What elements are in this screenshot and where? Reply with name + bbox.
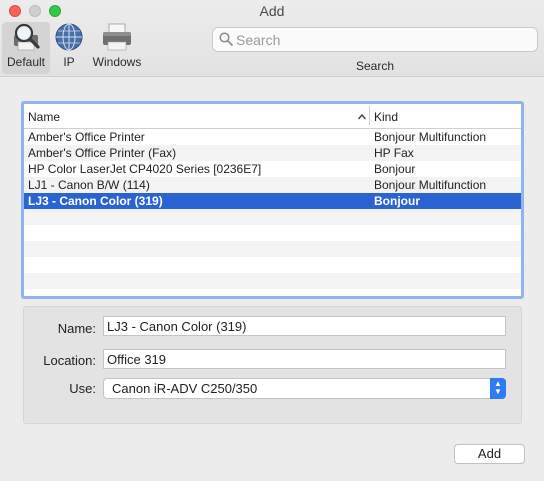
search-icon <box>219 32 233 46</box>
printer-list[interactable]: Name Kind Amber's Office Printer Bonjour… <box>21 101 524 299</box>
empty-row <box>24 225 521 241</box>
empty-row <box>24 289 521 296</box>
printer-name: LJ1 - Canon B/W (114) <box>28 178 150 192</box>
toolbar-default-label: Default <box>6 55 46 69</box>
list-item[interactable]: Amber's Office Printer Bonjour Multifunc… <box>24 129 521 145</box>
printer-kind: HP Fax <box>374 146 414 160</box>
column-divider[interactable] <box>369 106 370 125</box>
toolbar-default-button[interactable]: Default <box>2 22 50 74</box>
column-header-name[interactable]: Name <box>28 110 60 124</box>
empty-row <box>24 257 521 273</box>
sort-ascending-icon[interactable] <box>357 112 367 122</box>
printer-name: LJ3 - Canon Color (319) <box>28 194 163 208</box>
printer-kind: Bonjour <box>374 162 416 176</box>
window-toolbar: Add Default IP Windows Search Search <box>0 0 544 77</box>
name-field[interactable] <box>103 316 506 336</box>
name-label: Name: <box>57 321 96 336</box>
empty-row <box>24 273 521 289</box>
list-item[interactable]: LJ1 - Canon B/W (114) Bonjour Multifunct… <box>24 177 521 193</box>
printer-kind: Bonjour <box>374 194 420 208</box>
printer-details-panel: Name: Location: Use: Canon iR-ADV C250/3… <box>23 306 522 424</box>
printer-name: HP Color LaserJet CP4020 Series [0236E7] <box>28 162 262 176</box>
empty-row <box>24 209 521 225</box>
search-label: Search <box>355 59 395 73</box>
magnifier-printer-icon <box>14 23 40 51</box>
search-input[interactable] <box>236 31 526 49</box>
search-field[interactable] <box>212 27 538 52</box>
list-body: Amber's Office Printer Bonjour Multifunc… <box>24 129 521 296</box>
list-item[interactable]: Amber's Office Printer (Fax) HP Fax <box>24 145 521 161</box>
empty-row <box>24 241 521 257</box>
list-item[interactable]: HP Color LaserJet CP4020 Series [0236E7]… <box>24 161 521 177</box>
driver-select[interactable]: Canon iR-ADV C250/350 ▲ ▼ <box>103 378 506 399</box>
use-label: Use: <box>69 381 96 396</box>
toolbar-ip-label: IP <box>63 55 75 69</box>
toolbar-windows-label: Windows <box>92 55 142 69</box>
add-button[interactable]: Add <box>454 444 525 464</box>
location-field[interactable] <box>103 349 506 369</box>
window-title: Add <box>259 3 285 19</box>
toolbar-windows-button[interactable]: Windows <box>90 22 144 74</box>
printer-name: Amber's Office Printer (Fax) <box>28 146 177 160</box>
printer-kind: Bonjour Multifunction <box>374 178 487 192</box>
globe-icon <box>55 23 83 51</box>
printer-kind: Bonjour Multifunction <box>374 130 487 144</box>
list-header: Name Kind <box>24 104 521 129</box>
location-label: Location: <box>43 353 96 368</box>
driver-select-value: Canon iR-ADV C250/350 <box>112 381 258 396</box>
list-item-selected[interactable]: LJ3 - Canon Color (319) Bonjour <box>24 193 521 209</box>
column-header-kind[interactable]: Kind <box>374 110 398 124</box>
printer-icon <box>103 23 131 51</box>
chevron-updown-icon[interactable]: ▲ ▼ <box>490 378 506 399</box>
printer-name: Amber's Office Printer <box>28 130 145 144</box>
toolbar-ip-button[interactable]: IP <box>53 22 85 74</box>
